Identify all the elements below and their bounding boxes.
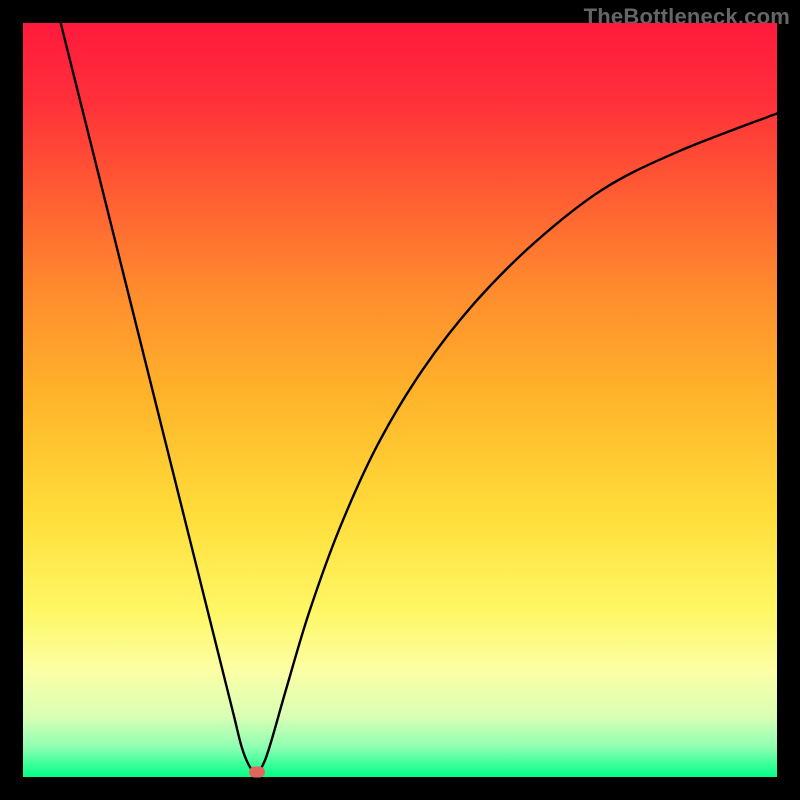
chart-plot — [23, 23, 777, 777]
gradient-background — [23, 23, 777, 777]
optimal-point-marker — [249, 766, 265, 777]
chart-frame: TheBottleneck.com — [0, 0, 800, 800]
